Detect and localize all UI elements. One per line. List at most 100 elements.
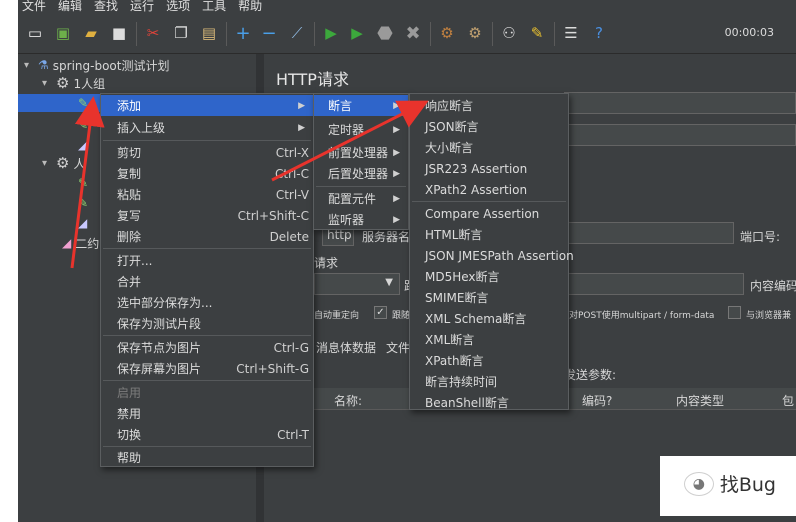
menu-item-smime-assertion[interactable]: SMIME断言	[410, 287, 568, 308]
tree-node-child-5[interactable]: ✎	[78, 194, 88, 212]
menu-item-json-assertion[interactable]: JSON断言	[410, 116, 568, 137]
submenu-arrow-icon: ▶	[393, 168, 400, 179]
menu-item-open[interactable]: 打开...	[101, 250, 313, 271]
menu-item-add[interactable]: 添加 ▶	[101, 95, 313, 116]
menu-item-md5hex-assertion[interactable]: MD5Hex断言	[410, 266, 568, 287]
menu-item-config-elements[interactable]: 配置元件 ▶	[314, 188, 408, 209]
column-content-type: 内容类型	[676, 394, 725, 408]
menu-item-xml-schema-assertion[interactable]: XML Schema断言	[410, 308, 568, 329]
tree-node-child-4[interactable]: ✎	[78, 174, 88, 192]
add-submenu: 断言 ▶ 定时器 ▶ 前置处理器 ▶ 后置处理器 ▶ 配置元件 ▶ 监听器 ▶	[313, 93, 409, 230]
menu-item-html-assertion[interactable]: HTML断言	[410, 224, 568, 245]
templates-icon[interactable]: ▣	[52, 22, 74, 44]
collapse-icon[interactable]: −	[258, 22, 280, 44]
collapse-arrow-icon[interactable]: ▾	[42, 78, 52, 89]
path-field[interactable]	[568, 273, 744, 295]
column-encode: 编码?	[582, 394, 613, 408]
comments-field[interactable]	[564, 124, 796, 146]
menu-item-paste[interactable]: 粘贴 Ctrl-V	[101, 184, 313, 205]
open-icon[interactable]: ▰	[80, 22, 102, 44]
menu-item-json-jmespath-assertion[interactable]: JSON JMESPath Assertion	[410, 245, 574, 266]
menu-item-duration-assertion[interactable]: 断言持续时间	[410, 371, 568, 392]
tree-node-child-6[interactable]: ◢	[78, 214, 87, 232]
tab-body-data[interactable]: 消息体数据	[316, 339, 376, 356]
search-icon[interactable]: ⚇	[498, 22, 520, 44]
menu-item-save-node-image[interactable]: 保存节点为图片 Ctrl-G	[101, 337, 313, 358]
menu-item-xpath2-assertion[interactable]: XPath2 Assertion	[410, 179, 568, 200]
menu-item-timer[interactable]: 定时器 ▶	[314, 119, 408, 140]
menu-item-assertions[interactable]: 断言 ▶	[314, 95, 408, 116]
menu-item-disable[interactable]: 禁用	[101, 403, 313, 424]
menu-item-duplicate[interactable]: 复写 Ctrl+Shift-C	[101, 205, 313, 226]
menu-item-save-fragment[interactable]: 保存为测试片段	[101, 313, 313, 334]
copy-icon[interactable]: ❐	[170, 22, 192, 44]
shutdown-icon[interactable]: ✖	[402, 22, 424, 44]
tree-node-listener[interactable]: ◢ 二约	[62, 234, 99, 252]
menu-search[interactable]: 查找	[94, 0, 118, 14]
menu-help[interactable]: 帮助	[238, 0, 262, 14]
menu-item-enable: 启用	[117, 386, 142, 400]
menu-file[interactable]: 文件	[22, 0, 46, 14]
paste-icon[interactable]: ▤	[198, 22, 220, 44]
menu-item-xml-assertion[interactable]: XML断言	[410, 329, 568, 350]
submenu-arrow-icon: ▶	[393, 193, 400, 204]
expand-icon[interactable]: +	[232, 22, 254, 44]
submenu-arrow-icon: ▶	[393, 124, 400, 135]
browser-headers-checkbox[interactable]	[728, 306, 741, 319]
menu-item-jsr223-assertion[interactable]: JSR223 Assertion	[410, 158, 568, 179]
start-icon[interactable]: ▶	[320, 22, 342, 44]
submenu-arrow-icon: ▶	[393, 147, 400, 158]
menu-item-delete[interactable]: 删除 Delete	[101, 226, 313, 247]
name-field[interactable]	[564, 92, 796, 114]
menu-item-save-screen-image[interactable]: 保存屏幕为图片 Ctrl+Shift-G	[101, 358, 313, 379]
save-icon[interactable]: ■	[108, 22, 130, 44]
left-margin-strip	[0, 0, 18, 522]
stop-icon[interactable]: ⬣	[374, 22, 396, 44]
tab-files[interactable]: 文件	[386, 339, 410, 356]
server-field[interactable]	[568, 222, 734, 244]
tree-node-child-3[interactable]: ◢	[78, 136, 87, 154]
cut-icon[interactable]: ✂	[142, 22, 164, 44]
tree-node-thread-group-2[interactable]: ▾ ⚙ 人	[42, 154, 85, 172]
watermark: ◕ 找Bug	[683, 470, 776, 497]
menu-item-merge[interactable]: 合并	[101, 271, 313, 292]
menu-item-xpath-assertion[interactable]: XPath断言	[410, 350, 568, 371]
menu-item-toggle[interactable]: 切换 Ctrl-T	[101, 424, 313, 445]
new-icon[interactable]: ▭	[24, 22, 46, 44]
menu-item-insert-parent[interactable]: 插入上级 ▶	[101, 117, 313, 138]
watermark-text: 找Bug	[719, 474, 776, 496]
function-helper-icon[interactable]: ☰	[560, 22, 582, 44]
menu-item-cut[interactable]: 剪切 Ctrl-X	[101, 142, 313, 163]
menu-tools[interactable]: 工具	[202, 0, 226, 14]
start-no-pause-icon[interactable]: ▶	[346, 22, 368, 44]
menu-item-help[interactable]: 帮助	[101, 447, 313, 468]
wechat-icon: ◕	[683, 471, 714, 496]
flask-icon: ⚗	[38, 58, 49, 72]
menu-edit[interactable]: 编辑	[58, 0, 82, 14]
clear-icon[interactable]: ⚙	[436, 22, 458, 44]
menu-item-pre-processors[interactable]: 前置处理器 ▶	[314, 142, 408, 163]
collapse-arrow-icon[interactable]: ▾	[42, 158, 52, 169]
menu-options[interactable]: 选项	[166, 0, 190, 14]
reset-search-icon[interactable]: ✎	[526, 22, 548, 44]
tree-node-child-2[interactable]: ✎	[78, 116, 88, 134]
help-icon[interactable]: ?	[588, 22, 610, 44]
menu-item-save-selection[interactable]: 选中部分保存为...	[101, 292, 313, 313]
toggle-icon[interactable]: ⟋	[286, 22, 308, 44]
tree-node-test-plan[interactable]: ▾ ⚗ spring-boot测试计划	[24, 56, 169, 74]
method-select[interactable]: ▼	[314, 273, 400, 295]
menu-item-response-assertion[interactable]: 响应断言	[410, 95, 568, 116]
menu-item-compare-assertion[interactable]: Compare Assertion	[410, 203, 568, 224]
menu-item-size-assertion[interactable]: 大小断言	[410, 137, 568, 158]
menu-run[interactable]: 运行	[130, 0, 154, 14]
server-label: 服务器名	[362, 230, 411, 244]
follow-redirect-checkbox[interactable]: ✓	[374, 306, 387, 319]
auto-redirect-label: 自动重定向	[314, 311, 360, 321]
menu-item-beanshell-assertion[interactable]: BeanShell断言	[410, 392, 568, 413]
menu-item-copy[interactable]: 复制 Ctrl-C	[101, 163, 313, 184]
collapse-arrow-icon[interactable]: ▾	[24, 60, 34, 71]
menu-item-post-processors[interactable]: 后置处理器 ▶	[314, 163, 408, 184]
tree-node-thread-group-1[interactable]: ▾ ⚙ 1人组	[42, 74, 105, 92]
menu-item-listeners[interactable]: 监听器 ▶	[314, 209, 408, 230]
clear-all-icon[interactable]: ⚙	[464, 22, 486, 44]
